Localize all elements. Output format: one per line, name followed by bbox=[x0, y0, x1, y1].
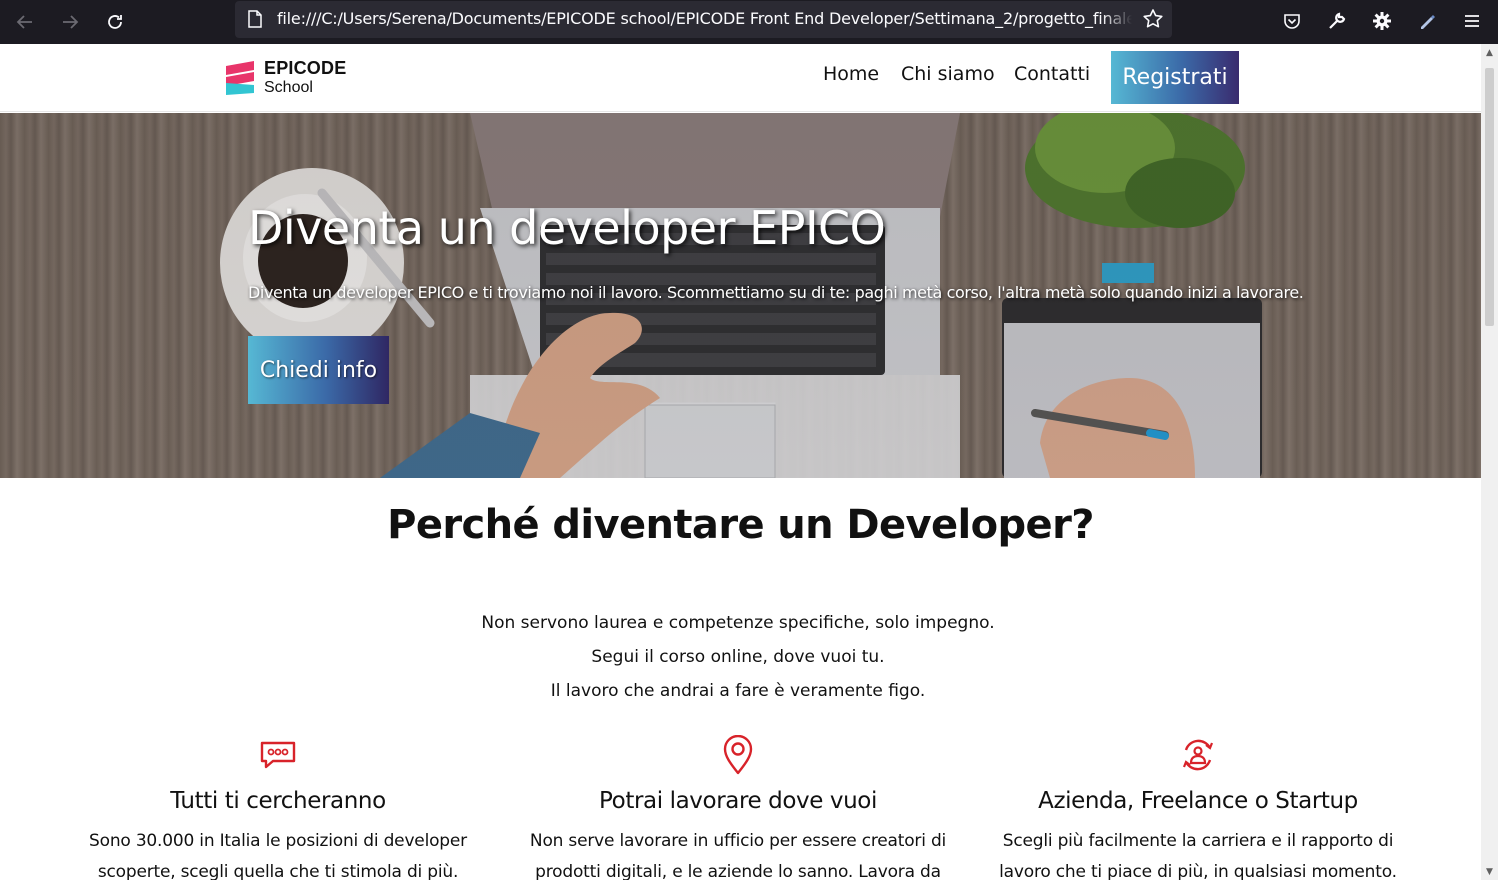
nav-contatti[interactable]: Contatti bbox=[1014, 63, 1090, 85]
browser-toolbar: file:///C:/Users/Serena/Documents/EPICOD… bbox=[0, 0, 1498, 44]
address-bar[interactable]: file:///C:/Users/Serena/Documents/EPICOD… bbox=[235, 1, 1172, 38]
why-line: Segui il corso online, dove vuoi tu. bbox=[591, 647, 885, 667]
forward-icon[interactable] bbox=[56, 8, 84, 36]
logo[interactable]: EPICODE School bbox=[224, 58, 346, 96]
feature-text: Sono 30.000 in Italia le posizioni di de… bbox=[89, 831, 467, 880]
feature-title: Potrai lavorare dove vuoi bbox=[599, 788, 877, 814]
scroll-down-icon[interactable]: ▼ bbox=[1481, 863, 1498, 880]
user-cycle-icon bbox=[1179, 736, 1217, 778]
logo-subtitle: School bbox=[264, 78, 313, 96]
feature-text: Scegli più facilmente la carriera e il r… bbox=[999, 831, 1397, 880]
scrollbar-thumb[interactable] bbox=[1485, 68, 1494, 326]
epicode-logo-icon bbox=[224, 58, 256, 96]
page-viewport: EPICODE School Home Chi siamo Contatti R… bbox=[0, 44, 1481, 880]
register-button[interactable]: Registrati bbox=[1111, 51, 1239, 104]
hero-subtitle: Diventa un developer EPICO e ti troviamo… bbox=[248, 283, 1304, 302]
pen-extension-icon[interactable] bbox=[1414, 8, 1440, 34]
menu-icon[interactable] bbox=[1459, 8, 1485, 34]
why-line: Non servono laurea e competenze specific… bbox=[481, 613, 995, 633]
page-scrollbar[interactable]: ▲ ▼ bbox=[1481, 44, 1498, 880]
chat-bubble-icon bbox=[259, 740, 297, 774]
back-icon[interactable] bbox=[11, 8, 39, 36]
hero-banner: Diventa un developer EPICO Diventa un de… bbox=[0, 113, 1481, 478]
pocket-icon[interactable] bbox=[1279, 8, 1305, 34]
feature-card: Azienda, Freelance o Startup Scegli più … bbox=[988, 736, 1408, 880]
bookmark-star-icon[interactable] bbox=[1142, 8, 1164, 34]
page-icon bbox=[247, 10, 263, 32]
scroll-up-icon[interactable]: ▲ bbox=[1481, 44, 1498, 61]
feature-card: Potrai lavorare dove vuoi Non serve lavo… bbox=[528, 734, 948, 880]
feature-text: Non serve lavorare in ufficio per essere… bbox=[529, 831, 947, 880]
location-pin-icon bbox=[722, 734, 754, 779]
feature-title: Azienda, Freelance o Startup bbox=[1038, 788, 1358, 814]
why-section-title: Perché diventare un Developer? bbox=[387, 502, 1094, 548]
why-section-text: Non servono laurea e competenze specific… bbox=[0, 606, 1476, 708]
reload-icon[interactable] bbox=[101, 8, 129, 36]
wrench-icon[interactable] bbox=[1324, 8, 1350, 34]
feature-card: Tutti ti cercheranno Sono 30.000 in Ital… bbox=[68, 736, 488, 880]
hero-title: Diventa un developer EPICO bbox=[248, 201, 886, 255]
site-header: EPICODE School Home Chi siamo Contatti R… bbox=[0, 44, 1481, 112]
feature-title: Tutti ti cercheranno bbox=[170, 788, 386, 814]
url-text[interactable]: file:///C:/Users/Serena/Documents/EPICOD… bbox=[277, 9, 1132, 28]
ask-info-button[interactable]: Chiedi info bbox=[248, 336, 389, 404]
why-line: Il lavoro che andrai a fare è veramente … bbox=[550, 681, 926, 701]
logo-title: EPICODE bbox=[264, 57, 347, 78]
extension-gear-icon[interactable] bbox=[1369, 8, 1395, 34]
nav-chi-siamo[interactable]: Chi siamo bbox=[901, 63, 995, 85]
nav-home[interactable]: Home bbox=[823, 63, 879, 85]
